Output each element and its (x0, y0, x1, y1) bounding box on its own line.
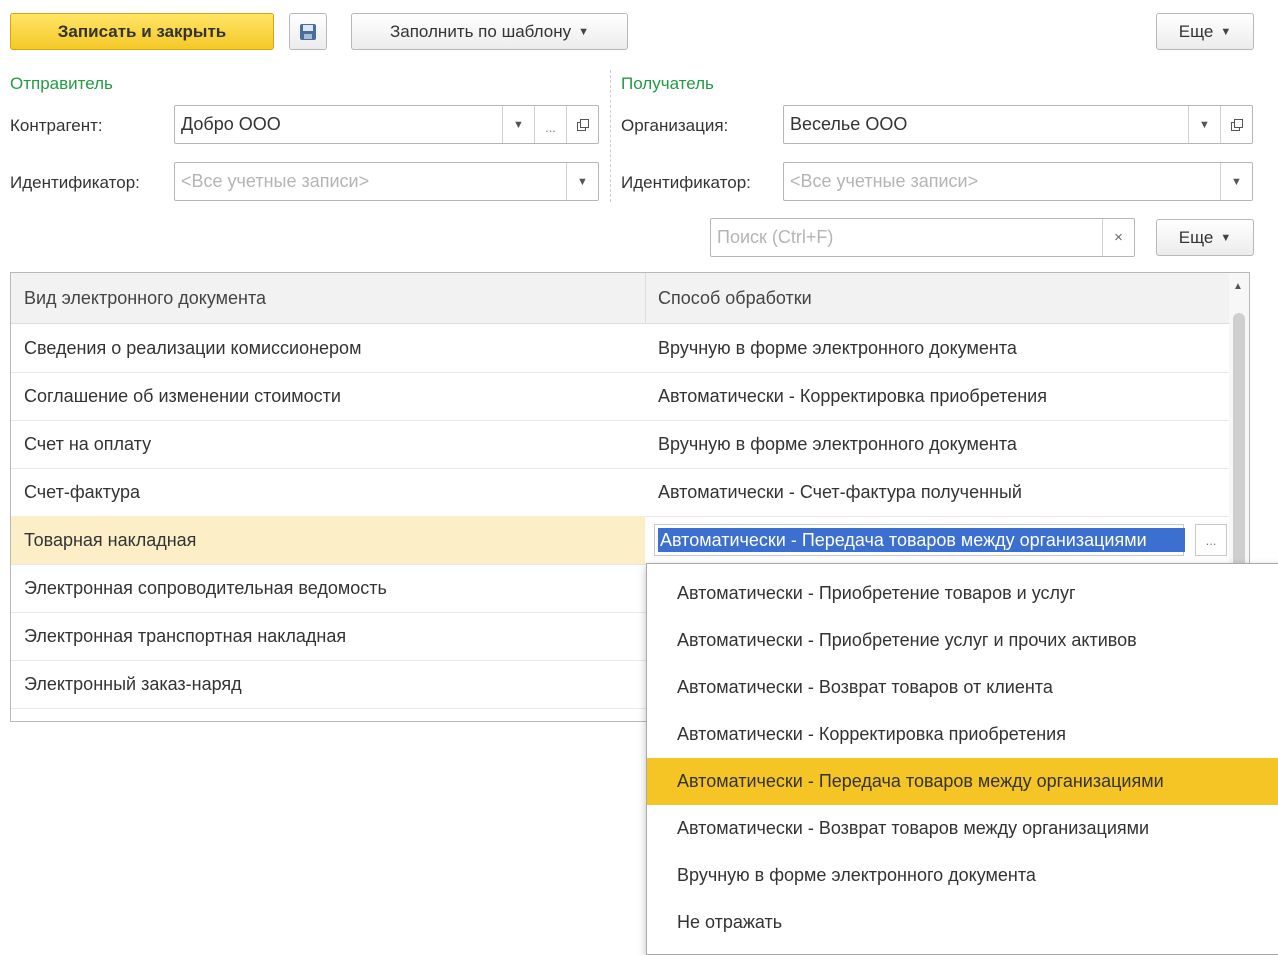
receiver-identifier-placeholder[interactable]: <Все учетные записи> (784, 163, 1220, 200)
cell-processing: Вручную в форме электронного документа (658, 433, 1017, 454)
dropdown-item[interactable]: Не отражать (647, 899, 1278, 946)
cell-processing: Вручную в форме электронного документа (658, 337, 1017, 358)
table-header: Вид электронного документа Способ обрабо… (11, 273, 1230, 324)
receiver-identifier-field[interactable]: <Все учетные записи> ▼ (783, 162, 1253, 201)
cell-doc-type: Сведения о реализации комиссионером (24, 337, 362, 358)
counterparty-field[interactable]: Добро ООО ▼ ... (174, 105, 599, 144)
organization-value[interactable]: Веселье ООО (784, 106, 1188, 143)
table-row[interactable]: Соглашение об изменении стоимости Автома… (11, 372, 1230, 421)
receiver-title: Получатель (621, 74, 714, 93)
dropdown-item[interactable]: Автоматически - Возврат товаров между ор… (647, 805, 1278, 852)
sender-title: Отправитель (10, 74, 113, 93)
cell-processing: Автоматически - Корректировка приобретен… (658, 385, 1047, 406)
scroll-thumb[interactable] (1233, 313, 1245, 603)
caret-down-icon: ▼ (1220, 25, 1232, 38)
caret-down-icon: ▼ (1220, 231, 1232, 244)
cell-doc-type: Счет на оплату (24, 433, 152, 454)
dropdown-item[interactable]: Автоматически - Приобретение услуг и про… (647, 617, 1278, 664)
dropdown-item[interactable]: Автоматически - Возврат товаров от клиен… (647, 664, 1278, 711)
open-form-icon[interactable] (566, 106, 598, 143)
section-divider (610, 70, 611, 202)
open-form-icon[interactable] (1220, 106, 1252, 143)
cell-doc-type: Товарная накладная (11, 516, 645, 564)
save-icon (300, 23, 316, 40)
chevron-down-icon[interactable]: ▼ (566, 163, 598, 200)
search-input[interactable]: Поиск (Ctrl+F) (711, 219, 1102, 256)
sender-identifier-placeholder[interactable]: <Все учетные записи> (175, 163, 566, 200)
save-button[interactable] (289, 13, 327, 50)
cell-doc-type: Электронная сопроводительная ведомость (24, 577, 387, 598)
cell-doc-type: Электронный заказ-наряд (24, 673, 242, 694)
cell-doc-type: Электронная транспортная накладная (24, 625, 347, 646)
counterparty-value[interactable]: Добро ООО (175, 106, 502, 143)
select-button[interactable]: ... (534, 106, 566, 143)
processing-editor-value[interactable]: Автоматически - Передача товаров между о… (658, 528, 1185, 552)
sender-identifier-label: Идентификатор: (10, 173, 140, 192)
processing-dropdown[interactable]: Автоматически - Приобретение товаров и у… (646, 563, 1278, 955)
table-row[interactable]: Счет-фактура Автоматически - Счет-фактур… (11, 468, 1230, 517)
column-header-processing[interactable]: Способ обработки (658, 273, 812, 323)
clear-icon[interactable]: × (1102, 219, 1134, 256)
search-more-button[interactable]: Еще ▼ (1156, 219, 1254, 256)
table-row[interactable]: Счет на оплату Вручную в форме электронн… (11, 420, 1230, 469)
search-field[interactable]: Поиск (Ctrl+F) × (710, 218, 1135, 257)
receiver-identifier-label: Идентификатор: (621, 173, 751, 192)
caret-down-icon: ▼ (578, 25, 589, 38)
dropdown-item-active[interactable]: Автоматически - Передача товаров между о… (647, 758, 1278, 805)
chevron-down-icon[interactable]: ▼ (502, 106, 534, 143)
fill-by-template-button[interactable]: Заполнить по шаблону ▼ (351, 13, 628, 50)
save-and-close-button[interactable]: Записать и закрыть (10, 13, 274, 50)
select-button[interactable]: ... (1195, 524, 1227, 556)
dropdown-item[interactable]: Вручную в форме электронного документа (647, 852, 1278, 899)
organization-label: Организация: (621, 116, 729, 135)
cell-doc-type: Соглашение об изменении стоимости (24, 385, 341, 406)
dropdown-item[interactable]: Автоматически - Приобретение товаров и у… (647, 570, 1278, 617)
cell-processing: Автоматически - Счет-фактура полученный (658, 481, 1022, 502)
table-row[interactable]: Сведения о реализации комиссионером Вруч… (11, 324, 1230, 373)
dropdown-item[interactable]: Автоматически - Корректировка приобретен… (647, 711, 1278, 758)
sender-identifier-field[interactable]: <Все учетные записи> ▼ (174, 162, 599, 201)
table-row-selected[interactable]: Товарная накладная Автоматически - Перед… (11, 516, 1230, 565)
scroll-up-icon[interactable]: ▲ (1233, 281, 1243, 292)
chevron-down-icon[interactable]: ▼ (1188, 106, 1220, 143)
counterparty-label: Контрагент: (10, 116, 103, 135)
chevron-down-icon[interactable]: ▼ (1220, 163, 1252, 200)
more-button[interactable]: Еще ▼ (1156, 13, 1254, 50)
column-divider (645, 273, 646, 323)
processing-editor[interactable]: Автоматически - Передача товаров между о… (654, 524, 1185, 556)
cell-doc-type: Счет-фактура (24, 481, 140, 502)
column-header-doc-type[interactable]: Вид электронного документа (24, 273, 266, 323)
organization-field[interactable]: Веселье ООО ▼ (783, 105, 1253, 144)
